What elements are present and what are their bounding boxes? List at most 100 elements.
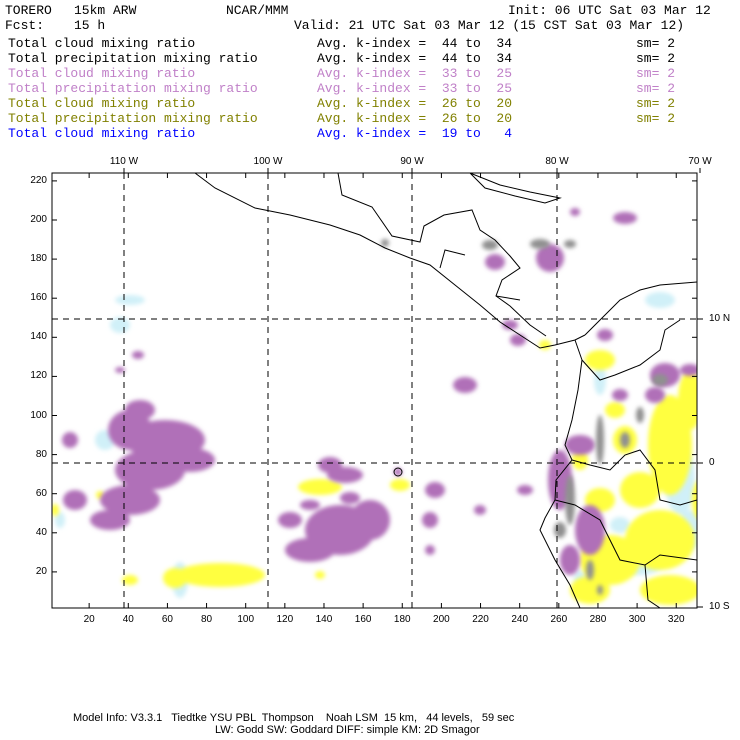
x-tick-label: 160: [354, 614, 372, 625]
x-tick-label: 60: [161, 614, 173, 625]
x-tick-label: 20: [83, 614, 95, 625]
gray-blob: [596, 415, 604, 465]
organization: NCAR/MMM: [226, 3, 289, 18]
gray-blob: [530, 239, 550, 249]
model-name: TORERO: [5, 3, 52, 18]
purple-blob: [422, 512, 438, 528]
legend-field: Total cloud mixing ratio: [8, 126, 196, 141]
y-tick-label: 180: [30, 253, 47, 265]
model-info-line1: Model Info: V3.3.1 Tiedtke YSU PBL Thomp…: [73, 712, 515, 724]
x-tick-label: 140: [315, 614, 333, 625]
legend-field: Total precipitation mixing ratio: [8, 111, 258, 126]
model-resolution: 15km ARW: [74, 3, 137, 18]
yellow-blob: [692, 481, 697, 519]
legend-sm: sm= 2: [636, 81, 676, 96]
south-america-north-coast: [584, 281, 697, 336]
x-tick-label: 240: [511, 614, 529, 625]
legend-range: Avg. k-index = 26 to 20: [317, 111, 513, 126]
forecast-hour: 15 h: [74, 18, 106, 33]
light-blue-blob: [115, 295, 145, 305]
gray-blob: [381, 239, 389, 247]
x-tick-label: 300: [628, 614, 646, 625]
x-tick-label: 260: [550, 614, 568, 625]
legend-range: Avg. k-index = 19 to 4: [317, 126, 513, 141]
latitude-label: 10 S: [709, 601, 730, 612]
purple-blob: [62, 432, 78, 448]
purple-blob: [575, 505, 605, 555]
y-tick-label: 20: [35, 565, 47, 577]
gray-blob: [554, 522, 566, 538]
legend-range: Avg. k-index = 33 to 25: [317, 66, 513, 81]
longitude-label: 100 W: [253, 156, 283, 167]
legend-field: Total precipitation mixing ratio: [8, 51, 258, 66]
legend-field: Total cloud mixing ratio: [8, 96, 196, 111]
legend-sm: sm= 2: [636, 96, 676, 111]
purple-blob: [340, 492, 360, 504]
purple-blob: [570, 208, 580, 216]
yellow-blob: [620, 472, 660, 508]
legend-field: Total precipitation mixing ratio: [8, 81, 258, 96]
legend-range: Avg. k-index = 44 to 34: [317, 36, 513, 51]
purple-blob: [612, 389, 628, 401]
purple-blob: [510, 334, 526, 346]
x-tick-label: 180: [393, 614, 411, 625]
purple-blob: [278, 512, 302, 528]
x-tick-label: 40: [122, 614, 134, 625]
init-time: Init: 06 UTC Sat 03 Mar 12: [508, 3, 711, 18]
legend-range: Avg. k-index = 33 to 25: [317, 81, 513, 96]
y-tick-label: 160: [30, 292, 47, 304]
purple-blob: [613, 212, 637, 224]
purple-blob: [425, 545, 435, 555]
purple-blob: [350, 500, 390, 540]
y-tick-label: 220: [30, 174, 47, 186]
x-tick-label: 220: [472, 614, 489, 625]
longitude-label: 90 W: [400, 156, 424, 167]
yellow-blob: [175, 563, 265, 587]
yellow-blob: [585, 350, 615, 370]
gulf-caribbean-coast: [337, 173, 547, 337]
purple-blob: [474, 505, 486, 515]
y-tick-label: 80: [35, 448, 47, 460]
latitude-label: 0: [709, 457, 715, 468]
purple-field: [62, 208, 697, 575]
y-tick-label: 40: [35, 526, 47, 538]
x-tick-label: 280: [589, 614, 607, 625]
y-tick-label: 60: [35, 487, 47, 499]
gray-blob: [636, 407, 644, 423]
gray-blob: [586, 560, 594, 580]
y-tick-label: 120: [30, 370, 47, 382]
purple-blob: [318, 457, 342, 473]
purple-blob: [517, 485, 533, 495]
legend-sm: sm= 2: [636, 51, 676, 66]
legend-range: Avg. k-index = 26 to 20: [317, 96, 513, 111]
purple-blob: [132, 351, 144, 359]
valid-time: Valid: 21 UTC Sat 03 Mar 12 (15 CST Sat …: [294, 18, 685, 33]
yellow-blob: [605, 402, 625, 418]
y-tick-label: 140: [30, 331, 47, 343]
light-blue-blob: [645, 292, 675, 308]
yellow-blob: [539, 340, 551, 350]
legend-sm: sm= 2: [636, 111, 676, 126]
purple-blob: [565, 435, 595, 455]
x-tick-label: 80: [200, 614, 213, 625]
gray-blob: [482, 240, 498, 250]
x-tick-label: 100: [237, 614, 255, 625]
y-tick-label: 100: [30, 409, 47, 421]
purple-blob: [560, 545, 580, 575]
x-tick-label: 120: [276, 614, 294, 625]
cuba-coast: [469, 173, 562, 204]
gray-blob: [652, 374, 668, 386]
legend-sm: sm= 2: [636, 36, 676, 51]
mixing-ratio-fields: [52, 208, 697, 605]
purple-blob: [485, 254, 505, 270]
purple-blob: [597, 329, 613, 341]
longitude-label: 70 W: [688, 156, 712, 167]
longitude-label: 80 W: [545, 156, 569, 167]
x-tick-label: 320: [667, 614, 685, 625]
purple-blob: [645, 387, 665, 403]
purple-blob: [453, 377, 477, 393]
forecast-label: Fcst:: [5, 18, 45, 33]
latitude-label: 10 N: [709, 313, 731, 324]
y-tick-label: 200: [30, 214, 47, 225]
gray-blob: [620, 432, 630, 448]
